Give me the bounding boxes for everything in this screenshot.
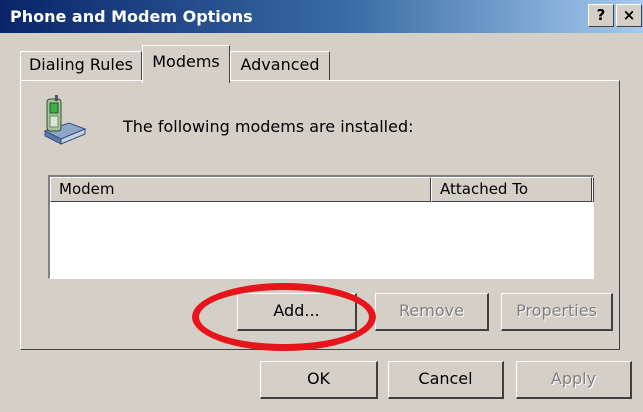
column-header-filler (592, 177, 594, 202)
phone-modem-options-dialog: Phone and Modem Options ? × Dialing Rule… (0, 0, 643, 412)
apply-button[interactable]: Apply (516, 361, 632, 399)
modem-list[interactable]: Modem Attached To (48, 175, 594, 279)
tab-dialing-rules[interactable]: Dialing Rules (20, 51, 142, 80)
ok-button[interactable]: OK (260, 361, 378, 399)
help-button[interactable]: ? (588, 4, 614, 27)
title-bar: Phone and Modem Options ? × (0, 0, 643, 33)
modem-phone-icon (43, 95, 87, 145)
window-title: Phone and Modem Options (10, 7, 253, 26)
installed-modems-label: The following modems are installed: (123, 117, 414, 136)
modems-tab-panel: The following modems are installed: Mode… (20, 80, 620, 350)
add-button[interactable]: Add... (237, 293, 357, 331)
column-header-attached-to[interactable]: Attached To (431, 177, 592, 202)
tab-advanced[interactable]: Advanced (230, 51, 330, 80)
cancel-button[interactable]: Cancel (388, 361, 504, 399)
tab-modems[interactable]: Modems (142, 45, 230, 83)
column-header-modem[interactable]: Modem (50, 177, 431, 202)
remove-button[interactable]: Remove (375, 293, 489, 331)
properties-button[interactable]: Properties (501, 293, 613, 331)
close-button[interactable]: × (616, 4, 642, 27)
